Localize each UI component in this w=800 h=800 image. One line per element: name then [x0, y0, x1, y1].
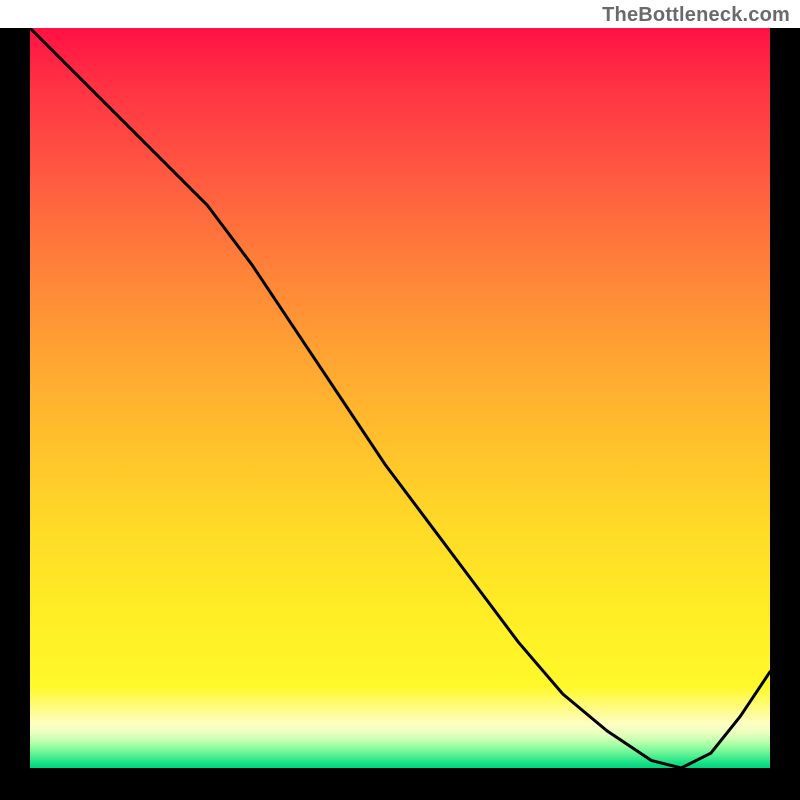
plot-area	[30, 28, 770, 768]
chart-frame	[0, 28, 800, 800]
attribution-text: TheBottleneck.com	[602, 4, 790, 27]
bottleneck-curve	[30, 28, 770, 768]
chart-container: TheBottleneck.com	[0, 0, 800, 800]
